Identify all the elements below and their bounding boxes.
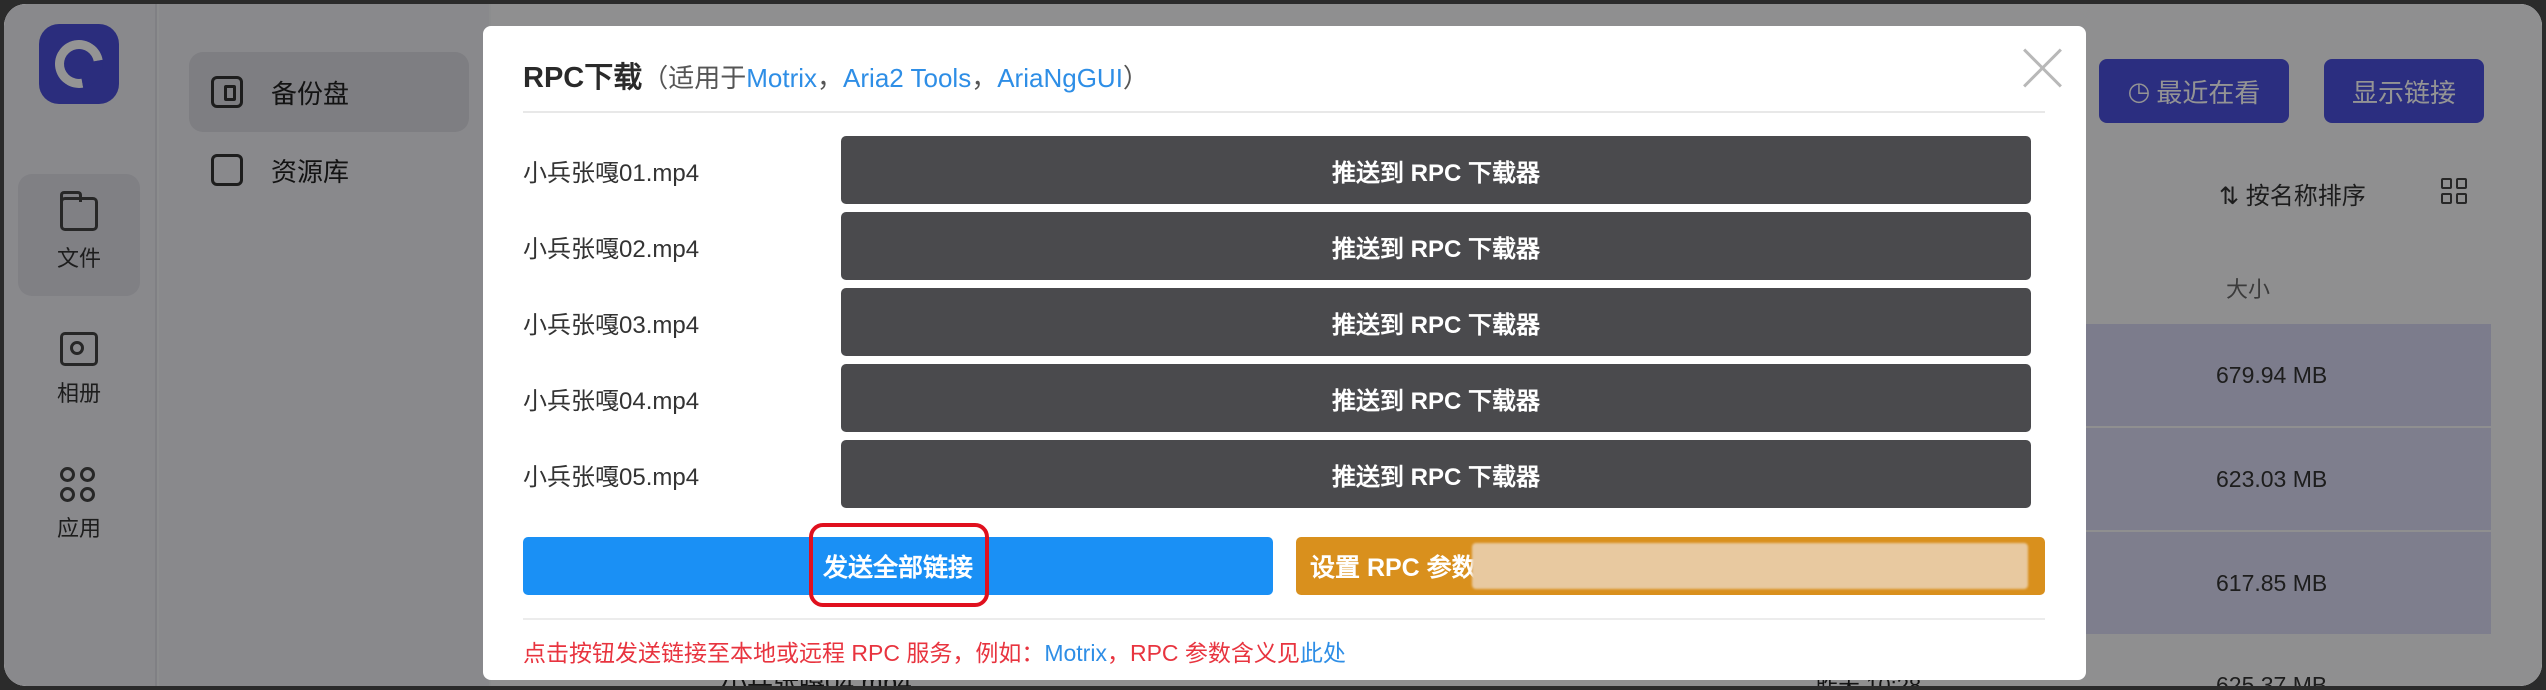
footer-note: 点击按钮发送链接至本地或远程 RPC 服务，例如：Motrix，RPC 参数含义… bbox=[523, 640, 1346, 666]
push-rpc-button[interactable]: 推送到 RPC 下载器 bbox=[841, 440, 2031, 508]
highlight-annotation bbox=[809, 523, 989, 607]
app-window: 文件 相册 应用 备份盘 资源库 ◷ 最近在看 显示链接 ⇅ 按名称排序 大小 … bbox=[4, 4, 2542, 686]
dialog-title: RPC下载 bbox=[523, 62, 643, 94]
rpc-settings-button[interactable]: 设置 RPC 参数 bbox=[1296, 537, 2045, 595]
list-item: 小兵张嘎04.mp4 推送到 RPC 下载器 bbox=[523, 364, 2045, 432]
divider bbox=[523, 111, 2045, 113]
push-rpc-button[interactable]: 推送到 RPC 下载器 bbox=[841, 136, 2031, 204]
file-name: 小兵张嘎02.mp4 bbox=[523, 235, 700, 263]
file-name: 小兵张嘎01.mp4 bbox=[523, 159, 700, 187]
divider bbox=[523, 618, 2045, 620]
rpc-download-dialog: RPC下载 （适用于 Motrix ， Aria2 Tools ， AriaNg… bbox=[483, 26, 2086, 680]
link-motrix[interactable]: Motrix bbox=[746, 63, 817, 94]
rpc-settings-label: 设置 RPC 参数 bbox=[1310, 554, 1477, 582]
close-icon[interactable] bbox=[2020, 46, 2064, 90]
list-item: 小兵张嘎02.mp4 推送到 RPC 下载器 bbox=[523, 212, 2045, 280]
link-ariang-gui[interactable]: AriaNgGUI bbox=[997, 63, 1123, 94]
file-name: 小兵张嘎04.mp4 bbox=[523, 387, 700, 415]
push-rpc-button[interactable]: 推送到 RPC 下载器 bbox=[841, 212, 2031, 280]
list-item: 小兵张嘎03.mp4 推送到 RPC 下载器 bbox=[523, 288, 2045, 356]
footer-link-motrix[interactable]: Motrix bbox=[1044, 640, 1107, 666]
list-item: 小兵张嘎01.mp4 推送到 RPC 下载器 bbox=[523, 136, 2045, 204]
rpc-params-field[interactable] bbox=[1472, 543, 2028, 589]
push-rpc-button[interactable]: 推送到 RPC 下载器 bbox=[841, 364, 2031, 432]
file-name: 小兵张嘎05.mp4 bbox=[523, 463, 700, 491]
link-aria2-tools[interactable]: Aria2 Tools bbox=[843, 63, 971, 94]
push-rpc-button[interactable]: 推送到 RPC 下载器 bbox=[841, 288, 2031, 356]
footer-link-here[interactable]: 此处 bbox=[1300, 640, 1346, 666]
dialog-header: RPC下载 （适用于 Motrix ， Aria2 Tools ， AriaNg… bbox=[523, 54, 1149, 94]
list-item: 小兵张嘎05.mp4 推送到 RPC 下载器 bbox=[523, 440, 2045, 508]
file-name: 小兵张嘎03.mp4 bbox=[523, 311, 700, 339]
